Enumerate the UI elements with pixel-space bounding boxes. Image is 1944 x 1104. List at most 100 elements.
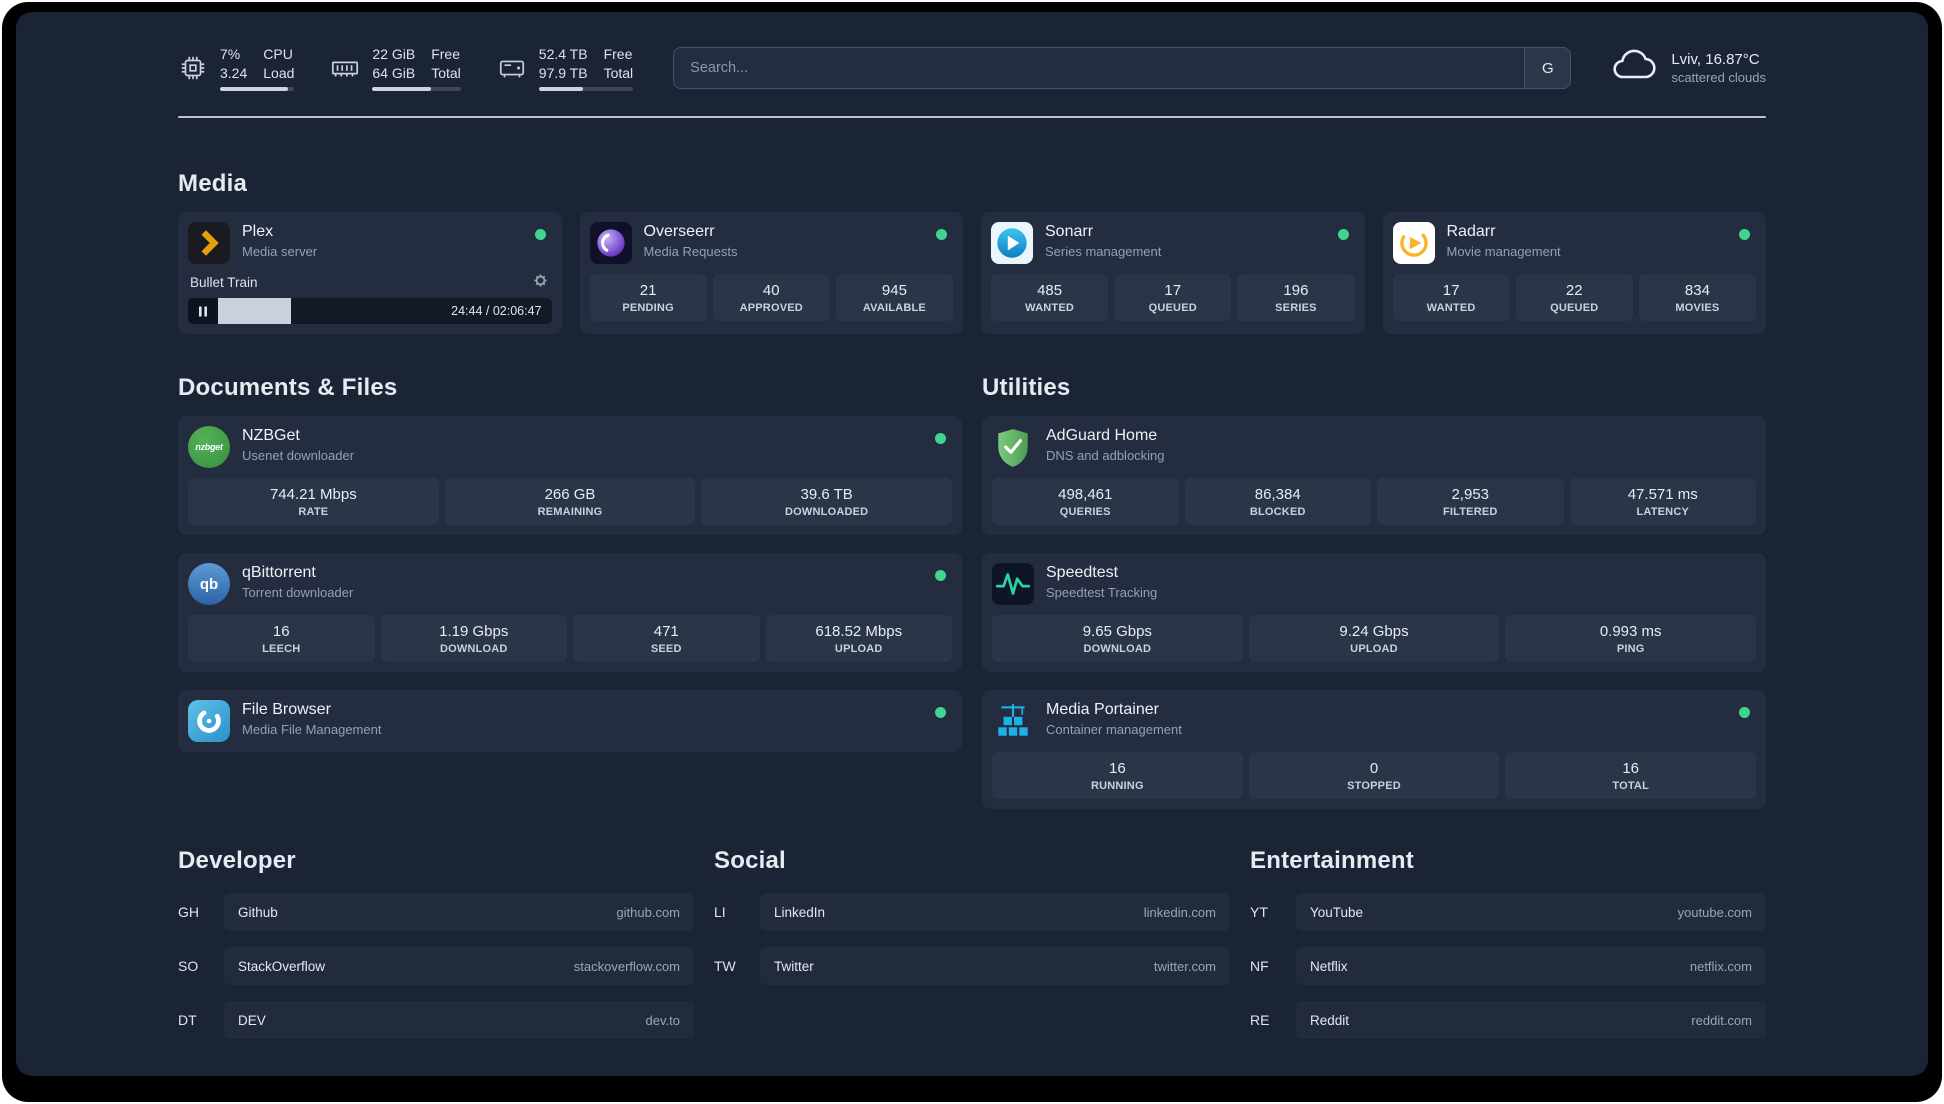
- plex-header[interactable]: Plex Media server: [188, 222, 552, 264]
- stat-value: 47.571 ms: [1627, 486, 1698, 503]
- stat-movies: 834 MOVIES: [1638, 274, 1757, 321]
- disk-total-label: Total: [603, 64, 634, 81]
- stat-value: 86,384: [1254, 486, 1301, 503]
- service-desc-sonarr: Series management: [1045, 244, 1162, 259]
- bookmark-pill[interactable]: Github github.com: [224, 893, 694, 931]
- sonarr-header[interactable]: Sonarr Series management: [991, 222, 1355, 264]
- bookmark-linkedin[interactable]: LI LinkedIn linkedin.com: [714, 893, 1230, 931]
- stat-label: BLOCKED: [1249, 506, 1306, 518]
- cpu-icon: [178, 53, 208, 83]
- service-card-portainer: Media Portainer Container management 16 …: [982, 690, 1766, 809]
- section-title-entertainment: Entertainment: [1250, 847, 1414, 874]
- bookmark-pill[interactable]: StackOverflow stackoverflow.com: [224, 947, 694, 985]
- bookmark-pill[interactable]: LinkedIn linkedin.com: [760, 893, 1230, 931]
- bookmark-name: Twitter: [774, 958, 814, 974]
- disk-readout: 52.4 TB 97.9 TB Free Total: [538, 45, 634, 91]
- service-name-radarr: Radarr: [1446, 223, 1496, 240]
- bookmark-abbr: DT: [178, 1012, 197, 1028]
- stat-value: 21: [639, 282, 657, 299]
- stat-value: 834: [1684, 282, 1710, 299]
- search-bar[interactable]: G: [673, 47, 1572, 89]
- stat-value: 471: [653, 623, 679, 640]
- disk-total-value: 97.9 TB: [538, 64, 588, 81]
- cloud-icon: [1611, 48, 1657, 89]
- memory-free-value: 22 GiB: [372, 46, 416, 63]
- plex-icon: [188, 222, 230, 264]
- bookmark-stackoverflow[interactable]: SO StackOverflow stackoverflow.com: [178, 947, 694, 985]
- bookmark-github[interactable]: GH Github github.com: [178, 893, 694, 931]
- stat-label: LATENCY: [1636, 506, 1690, 518]
- bookmark-group-developer: Developer GH Github github.com SO StackO…: [178, 847, 694, 1055]
- filebrowser-header[interactable]: File Browser Media File Management: [188, 700, 952, 742]
- nzbget-icon: nzbget: [188, 426, 230, 468]
- stat-label: UPLOAD: [834, 643, 883, 655]
- stat-leech: 16 LEECH: [188, 615, 375, 662]
- playback-bar[interactable]: 24:44 / 02:06:47: [188, 298, 552, 324]
- cpu-usage-value: 7%: [220, 46, 241, 63]
- status-dot-online: [1337, 229, 1349, 240]
- stat-value: 196: [1283, 282, 1309, 299]
- bookmark-name: StackOverflow: [238, 958, 326, 974]
- cpu-load-value: 3.24: [220, 64, 248, 81]
- stat-label: AVAILABLE: [862, 302, 926, 314]
- service-name-qbittorrent: qBittorrent: [242, 564, 316, 581]
- bookmark-pill[interactable]: YouTube youtube.com: [1296, 893, 1766, 931]
- section-title-documents: Documents & Files: [178, 374, 398, 401]
- bookmark-dev[interactable]: DT DEV dev.to: [178, 1001, 694, 1039]
- memory-icon: [330, 53, 360, 83]
- service-card-filebrowser: File Browser Media File Management: [178, 690, 962, 752]
- bookmark-netflix[interactable]: NF Netflix netflix.com: [1250, 947, 1766, 985]
- qbittorrent-icon-text: qb: [199, 575, 219, 593]
- bookmark-pill[interactable]: Twitter twitter.com: [760, 947, 1230, 985]
- screen: 7% 3.24 CPU Load 22 GiB 64 GiB Free Tota…: [0, 0, 1944, 1104]
- service-desc-adguard: DNS and adblocking: [1046, 448, 1165, 463]
- search-input[interactable]: [674, 48, 1525, 88]
- stat-label: STOPPED: [1347, 780, 1401, 792]
- stat-remaining: 266 GB REMAINING: [444, 478, 696, 525]
- pause-button[interactable]: [188, 298, 218, 324]
- status-dot-online: [935, 570, 946, 581]
- service-name-sonarr: Sonarr: [1045, 223, 1094, 240]
- bookmark-domain: reddit.com: [1691, 1012, 1752, 1028]
- service-name-nzbget: NZBGet: [242, 427, 300, 444]
- bookmark-name: DEV: [238, 1012, 266, 1028]
- stat-downloaded: 39.6 TB DOWNLOADED: [701, 478, 953, 525]
- nzbget-header[interactable]: nzbget NZBGet Usenet downloader: [188, 426, 952, 468]
- service-card-adguard: AdGuard Home DNS and adblocking 498,461 …: [982, 416, 1766, 535]
- status-dot-online: [1739, 229, 1750, 240]
- pause-icon: [199, 306, 207, 316]
- section-media: Media Plex Media server Bullet Train 24:…: [178, 170, 1766, 334]
- stat-value: 40: [762, 282, 780, 299]
- stat-value: 16: [1622, 760, 1640, 777]
- bookmark-pill[interactable]: Netflix netflix.com: [1296, 947, 1766, 985]
- search-provider-button[interactable]: G: [1524, 48, 1571, 88]
- qbittorrent-header[interactable]: qb qBittorrent Torrent downloader: [188, 563, 952, 605]
- disk-icon: [497, 53, 527, 83]
- stat-wanted: 485 WANTED: [991, 274, 1109, 321]
- stat-available: 945 AVAILABLE: [835, 274, 954, 321]
- adguard-header[interactable]: AdGuard Home DNS and adblocking: [992, 426, 1756, 468]
- stat-value: 0: [1369, 760, 1379, 777]
- bookmark-youtube[interactable]: YT YouTube youtube.com: [1250, 893, 1766, 931]
- bookmark-reddit[interactable]: RE Reddit reddit.com: [1250, 1001, 1766, 1039]
- bookmark-pill[interactable]: Reddit reddit.com: [1296, 1001, 1766, 1039]
- bookmark-pill[interactable]: DEV dev.to: [224, 1001, 694, 1039]
- overseerr-icon: [589, 222, 632, 264]
- plex-now-playing-widget: Bullet Train 24:44 / 02:06:47: [188, 270, 552, 324]
- speedtest-header[interactable]: Speedtest Speedtest Tracking: [992, 563, 1756, 605]
- stat-value: 744.21 Mbps: [269, 486, 357, 503]
- portainer-icon: [992, 700, 1034, 742]
- bookmark-domain: dev.to: [645, 1012, 680, 1028]
- stat-label: PENDING: [622, 302, 674, 314]
- disk-free-label: Free: [603, 46, 633, 63]
- bookmark-name: Github: [238, 904, 278, 920]
- service-desc-nzbget: Usenet downloader: [242, 448, 355, 463]
- service-card-overseerr: Overseerr Media Requests 21 PENDING 40 A…: [579, 212, 963, 334]
- overseerr-header[interactable]: Overseerr Media Requests: [589, 222, 954, 264]
- radarr-header[interactable]: Radarr Movie management: [1392, 222, 1757, 264]
- gear-icon[interactable]: [533, 273, 548, 291]
- stat-label: WANTED: [1426, 302, 1476, 314]
- portainer-header[interactable]: Media Portainer Container management: [992, 700, 1756, 742]
- bookmark-twitter[interactable]: TW Twitter twitter.com: [714, 947, 1230, 985]
- bookmark-abbr: NF: [1250, 958, 1269, 974]
